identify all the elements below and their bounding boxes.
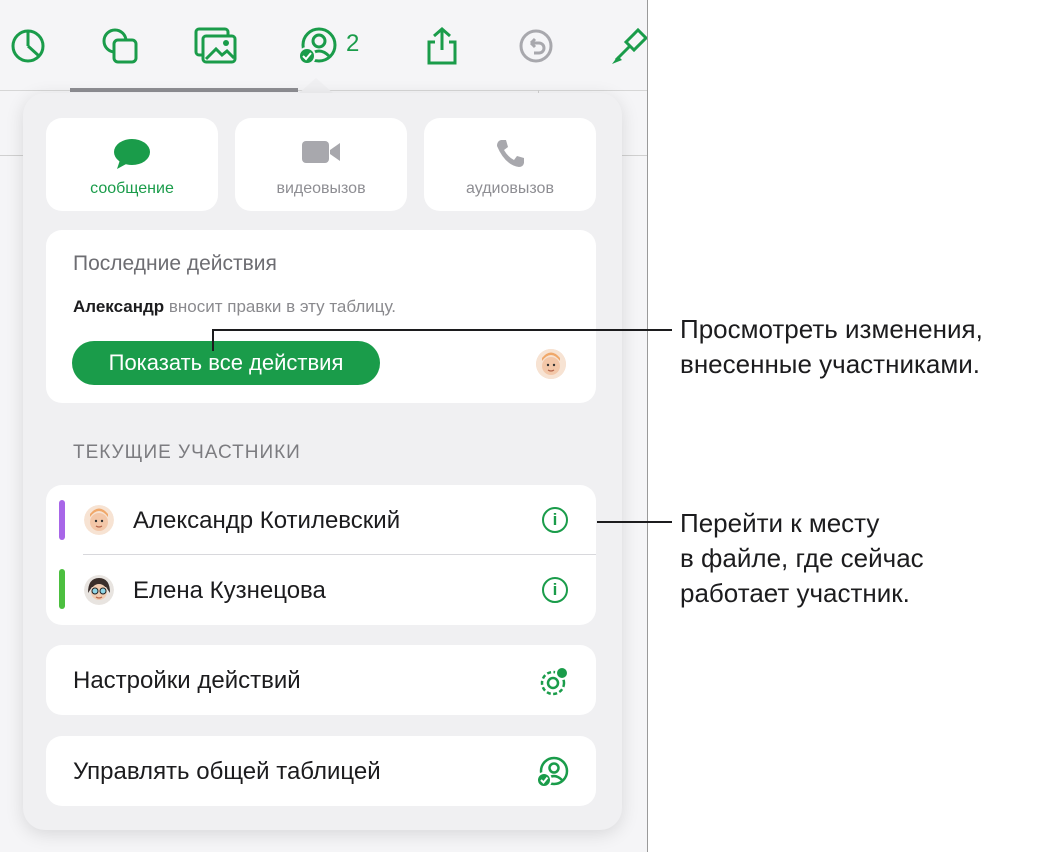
info-icon[interactable]: i [542, 507, 568, 533]
popover-arrow [298, 78, 334, 94]
recent-activity-title: Последние действия [73, 252, 277, 275]
activity-author: Александр [73, 297, 165, 316]
video-call-button[interactable]: видеовызов [235, 118, 407, 211]
chart-icon[interactable] [6, 24, 50, 68]
shapes-icon[interactable] [98, 24, 142, 68]
callout-view-changes: Просмотреть изменения, внесенные участни… [680, 312, 983, 382]
avatar [536, 349, 566, 379]
phone-icon [497, 140, 524, 167]
participant-color-bar [59, 569, 65, 609]
app-screen: 2 сообщение видеовызов аудиовызов Послед… [0, 0, 648, 852]
audio-call-label: аудиовызов [466, 180, 554, 197]
callout-line-text: в файле, где сейчас [680, 543, 924, 573]
avatar [84, 575, 114, 605]
manage-shared-sheet-label: Управлять общей таблицей [73, 758, 381, 785]
message-button[interactable]: сообщение [46, 118, 218, 211]
collaboration-icon[interactable] [296, 24, 340, 68]
participant-name[interactable]: Елена Кузнецова [133, 577, 326, 605]
show-all-activity-button[interactable]: Показать все действия [72, 341, 380, 385]
media-icon[interactable] [194, 24, 238, 68]
callout-go-to-participant: Перейти к месту в файле, где сейчас рабо… [680, 506, 924, 611]
participant-color-bar [59, 500, 65, 540]
callout-line-text: Просмотреть изменения, [680, 314, 983, 344]
activity-description: Александр вносит правки в эту таблицу. [73, 297, 396, 317]
document-tab-indicator [70, 88, 298, 92]
format-brush-icon[interactable] [606, 24, 647, 68]
video-camera-icon [302, 141, 340, 163]
manage-collaboration-icon [536, 755, 570, 794]
avatar [84, 505, 114, 535]
activity-settings-icon [538, 666, 570, 703]
audio-call-button[interactable]: аудиовызов [424, 118, 596, 211]
undo-icon[interactable] [514, 24, 558, 68]
share-icon[interactable] [420, 24, 464, 68]
activity-text: вносит правки в эту таблицу. [168, 297, 397, 316]
collaborators-count: 2 [346, 30, 360, 57]
callout-leader-line [597, 521, 672, 523]
callout-line-text: внесенные участниками. [680, 349, 981, 379]
row-divider [83, 554, 596, 555]
callout-leader-line [212, 329, 214, 351]
callout-leader-line [212, 329, 672, 331]
participant-name[interactable]: Александр Котилевский [133, 507, 400, 535]
callout-line-text: Перейти к месту [680, 508, 880, 538]
info-icon[interactable]: i [542, 577, 568, 603]
activity-settings-label: Настройки действий [73, 667, 301, 694]
callout-line-text: работает участник. [680, 578, 910, 608]
message-bubble-icon [114, 139, 150, 169]
message-label: сообщение [90, 180, 174, 197]
participants-heading: ТЕКУЩИЕ УЧАСТНИКИ [73, 442, 301, 463]
video-call-label: видеовызов [276, 180, 366, 197]
